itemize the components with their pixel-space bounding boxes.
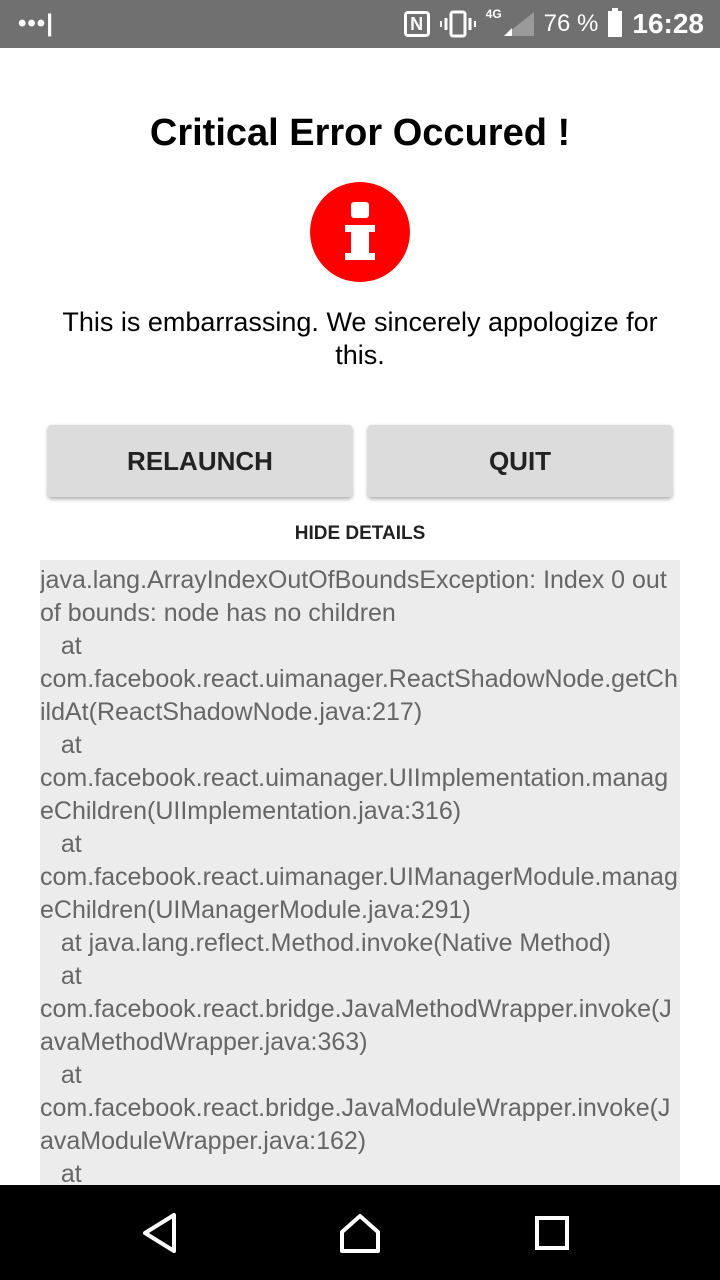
- navigation-bar: [0, 1185, 720, 1280]
- error-title: Critical Error Occured !: [149, 112, 571, 154]
- battery-icon: [608, 8, 623, 37]
- nfc-icon: N: [403, 11, 430, 37]
- signal-icon: [503, 12, 534, 36]
- status-icons: N 4G 76 % 16:28: [403, 0, 704, 48]
- clock: 16:28: [632, 8, 704, 39]
- status-bar: •••| N 4G 76 % 16:28: [0, 0, 720, 48]
- notification-dots: •••|: [18, 10, 54, 37]
- relaunch-button[interactable]: RELAUNCH: [48, 425, 352, 497]
- quit-button[interactable]: QUIT: [368, 425, 672, 497]
- error-info-icon: [310, 182, 410, 282]
- back-icon[interactable]: [130, 1207, 190, 1259]
- stack-trace: java.lang.ArrayIndexOutOfBoundsException…: [40, 566, 678, 1185]
- error-details-panel[interactable]: java.lang.ArrayIndexOutOfBoundsException…: [40, 560, 680, 1185]
- recents-icon[interactable]: [522, 1207, 582, 1259]
- network-type: 4G: [485, 7, 502, 21]
- error-icon-bar: [345, 225, 375, 260]
- error-message: This is embarrassing. We sincerely appol…: [62, 307, 658, 370]
- battery-percent: 76 %: [543, 10, 599, 37]
- home-icon[interactable]: [330, 1207, 390, 1259]
- error-icon-dot: [351, 202, 369, 218]
- vibrate-icon: [439, 10, 476, 38]
- hide-details-toggle[interactable]: HIDE DETAILS: [0, 523, 720, 545]
